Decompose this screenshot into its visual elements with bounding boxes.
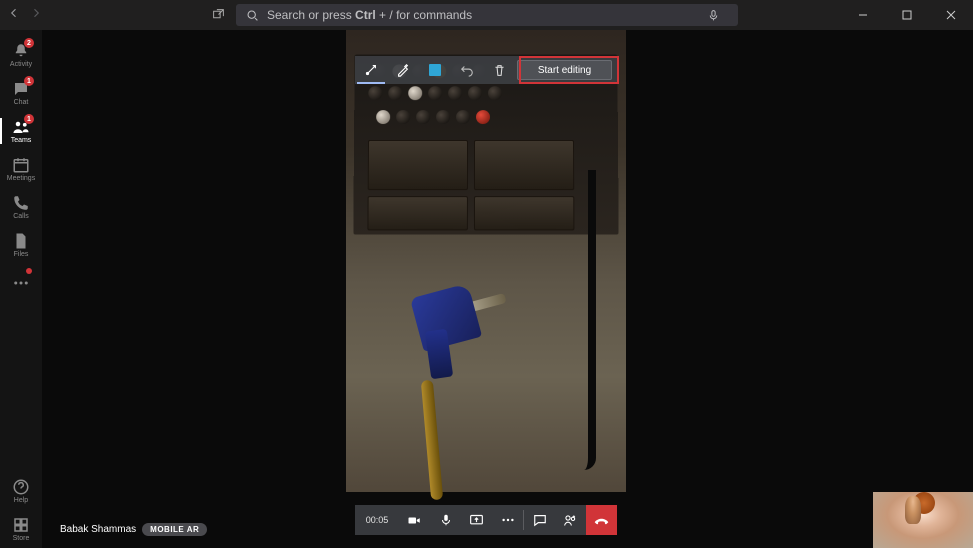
more-icon: [12, 274, 30, 292]
window-close-button[interactable]: [929, 0, 973, 30]
remote-video: [346, 30, 626, 492]
title-bar: Search or press Ctrl + / for commands: [0, 0, 973, 30]
hang-up-button[interactable]: [586, 505, 617, 535]
more-actions-button[interactable]: [492, 505, 523, 535]
laser-pointer-tool[interactable]: [355, 56, 387, 84]
search-icon: [246, 9, 259, 22]
undo-tool[interactable]: [451, 56, 483, 84]
rail-activity[interactable]: 2 Activity: [0, 36, 42, 74]
rail-teams[interactable]: 1 Teams: [0, 112, 42, 150]
self-video-pip[interactable]: [873, 492, 973, 548]
search-box[interactable]: Search or press Ctrl + / for commands: [236, 4, 738, 26]
search-placeholder: Search or press Ctrl + / for commands: [267, 8, 472, 22]
rail-help[interactable]: Help: [0, 472, 42, 510]
toggle-mic-button[interactable]: [430, 505, 461, 535]
rail-more[interactable]: [0, 264, 42, 302]
shape-tool[interactable]: [419, 56, 451, 84]
caller-label: Babak Shammas MOBILE AR: [60, 523, 207, 536]
share-screen-button[interactable]: [461, 505, 492, 535]
popout-button[interactable]: [212, 8, 225, 26]
caller-tag: MOBILE AR: [142, 523, 207, 536]
rail-meetings[interactable]: Meetings: [0, 150, 42, 188]
caller-name: Babak Shammas: [60, 524, 136, 535]
start-editing-button[interactable]: Start editing: [517, 60, 612, 80]
rail-store[interactable]: Store: [0, 510, 42, 548]
call-stage: Start editing 00:05 Babak Shammas MOBILE…: [42, 30, 973, 548]
call-duration: 00:05: [355, 505, 399, 535]
show-chat-button[interactable]: [524, 505, 555, 535]
show-participants-button[interactable]: [555, 505, 586, 535]
calendar-icon: [12, 156, 30, 174]
rail-chat-badge: 1: [24, 76, 34, 86]
nav-back-button[interactable]: [8, 6, 20, 24]
nav-forward-button[interactable]: [30, 6, 42, 24]
file-icon: [12, 232, 30, 250]
window-minimize-button[interactable]: [841, 0, 885, 30]
rail-more-dot: [26, 268, 32, 274]
toggle-camera-button[interactable]: [399, 505, 430, 535]
rail-activity-badge: 2: [24, 38, 34, 48]
annotation-toolbar: Start editing: [355, 56, 617, 84]
delete-tool[interactable]: [483, 56, 515, 84]
help-icon: [12, 478, 30, 496]
rail-teams-badge: 1: [24, 114, 34, 124]
app-rail: 2 Activity 1 Chat 1 Teams Meetings Calls…: [0, 30, 42, 548]
mic-icon[interactable]: [707, 9, 728, 22]
call-controls: 00:05: [355, 505, 617, 535]
store-icon: [12, 516, 30, 534]
rail-chat[interactable]: 1 Chat: [0, 74, 42, 112]
rail-files[interactable]: Files: [0, 226, 42, 264]
rail-calls[interactable]: Calls: [0, 188, 42, 226]
phone-icon: [12, 194, 30, 212]
window-maximize-button[interactable]: [885, 0, 929, 30]
pen-tool[interactable]: [387, 56, 419, 84]
